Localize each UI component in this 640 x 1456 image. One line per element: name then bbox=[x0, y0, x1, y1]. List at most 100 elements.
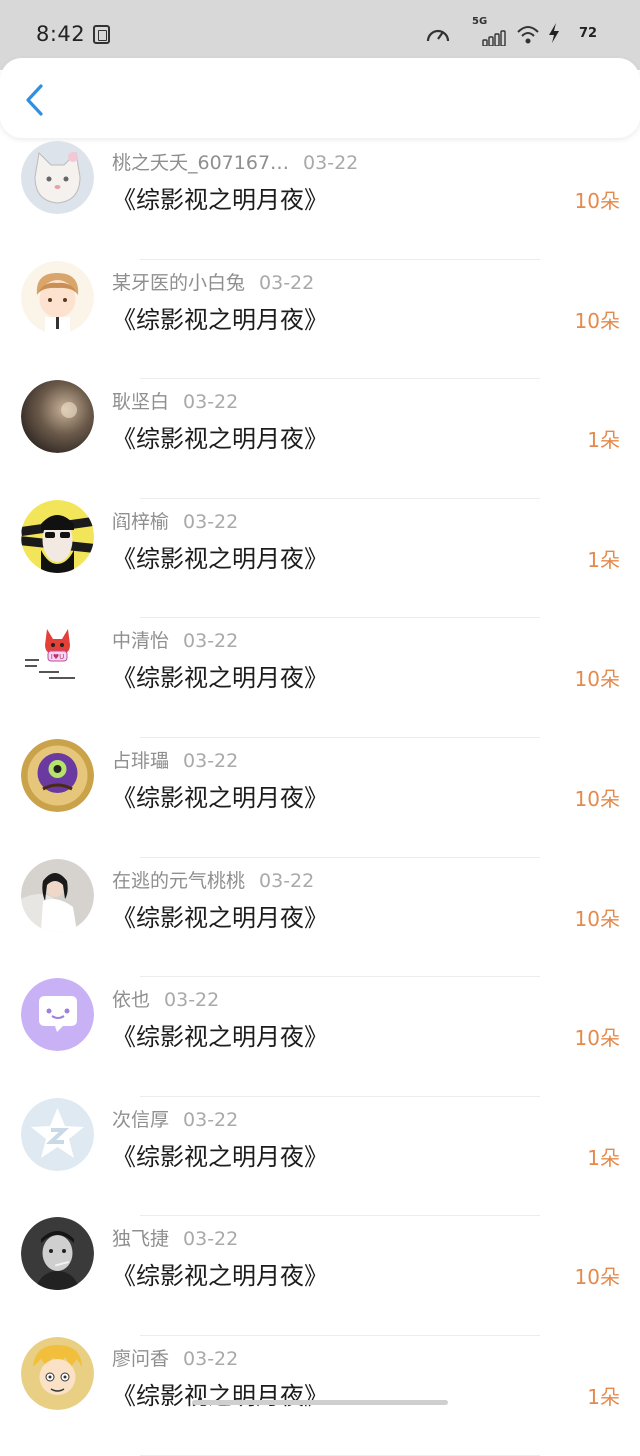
back-button[interactable] bbox=[18, 80, 54, 120]
gift-date: 03-22 bbox=[183, 749, 239, 772]
user-name[interactable]: 独飞捷 bbox=[112, 1228, 169, 1250]
book-title: 《综影视之明月夜》 bbox=[112, 1023, 328, 1052]
row-meta: 占琲瓃 03-22 bbox=[112, 746, 238, 772]
flower-count: 10朵 bbox=[574, 667, 620, 692]
avatar[interactable] bbox=[21, 380, 94, 454]
row-meta: 独飞捷 03-22 bbox=[112, 1224, 238, 1250]
flower-count: 1朵 bbox=[587, 428, 620, 453]
list-item[interactable]: 某牙医的小白兔 03-22 《综影视之明月夜》 10朵 bbox=[0, 260, 640, 380]
book-title: 《综影视之明月夜》 bbox=[112, 783, 328, 812]
avatar[interactable] bbox=[21, 738, 94, 812]
avatar[interactable] bbox=[21, 978, 94, 1052]
avatar[interactable] bbox=[21, 858, 94, 932]
book-title: 《综影视之明月夜》 bbox=[112, 664, 328, 693]
avatar[interactable] bbox=[21, 1217, 94, 1291]
book-title: 《综影视之明月夜》 bbox=[112, 186, 328, 214]
row-meta: 廖问香 03-22 bbox=[112, 1344, 238, 1370]
user-name[interactable]: 廖问香 bbox=[112, 1348, 169, 1370]
signal-icon bbox=[482, 30, 506, 46]
gift-date: 03-22 bbox=[259, 869, 315, 892]
list-item[interactable]: 桃之夭夭_607167… 03-22 《综影视之明月夜》 10朵 bbox=[0, 140, 640, 260]
gold-badge-avatar bbox=[21, 738, 94, 812]
list-item[interactable]: 占琲瓃 03-22 《综影视之明月夜》 10朵 bbox=[0, 738, 640, 858]
default-star-avatar bbox=[21, 1097, 94, 1171]
user-name[interactable]: 在逃的元气桃桃 bbox=[112, 870, 245, 892]
fox-i-love-you-avatar: I♥U bbox=[21, 619, 94, 693]
row-meta: 阎梓榆 03-22 bbox=[112, 507, 238, 533]
row-meta: 桃之夭夭_607167… 03-22 bbox=[112, 148, 358, 174]
gift-date: 03-22 bbox=[183, 630, 239, 653]
network-label: 5G bbox=[472, 16, 488, 27]
book-title: 《综影视之明月夜》 bbox=[112, 1142, 328, 1171]
list-item[interactable]: 独飞捷 03-22 《综影视之明月夜》 10朵 bbox=[0, 1216, 640, 1336]
gift-date: 03-22 bbox=[303, 152, 359, 174]
list-item[interactable]: 在逃的元气桃桃 03-22 《综影视之明月夜》 10朵 bbox=[0, 858, 640, 978]
list-item[interactable]: 阎梓榆 03-22 《综影视之明月夜》 1朵 bbox=[0, 499, 640, 619]
avatar[interactable] bbox=[21, 499, 94, 573]
gift-date: 03-22 bbox=[183, 510, 239, 533]
battery-icon: 72 bbox=[570, 25, 606, 43]
user-name[interactable]: 依也 bbox=[112, 989, 150, 1011]
book-title: 《综影视之明月夜》 bbox=[112, 903, 328, 932]
row-meta: 中清怡 03-22 bbox=[112, 626, 238, 652]
caution-tape-avatar bbox=[21, 499, 94, 573]
book-title: 《综影视之明月夜》 bbox=[112, 1262, 328, 1291]
divider bbox=[140, 1454, 540, 1456]
charging-icon bbox=[549, 23, 559, 43]
book-title: 《综影视之明月夜》 bbox=[112, 544, 328, 573]
user-name[interactable]: 阎梓榆 bbox=[112, 511, 169, 533]
gift-date: 03-22 bbox=[183, 1228, 239, 1251]
notification-icon bbox=[93, 25, 110, 44]
anime-boy-avatar bbox=[21, 1336, 94, 1410]
chat-bubble-avatar bbox=[21, 978, 94, 1052]
row-meta: 某牙医的小白兔 03-22 bbox=[112, 268, 314, 294]
gift-date: 03-22 bbox=[259, 271, 315, 294]
gift-date: 03-22 bbox=[183, 391, 239, 414]
home-indicator[interactable] bbox=[192, 1400, 448, 1405]
user-name[interactable]: 某牙医的小白兔 bbox=[112, 272, 245, 294]
list-item[interactable]: 耿坚白 03-22 《综影视之明月夜》 1朵 bbox=[0, 379, 640, 499]
list-item[interactable]: 廖问香 03-22 《综影视之明月夜》 1朵 bbox=[0, 1336, 640, 1456]
man-bw-avatar bbox=[21, 1217, 94, 1291]
avatar[interactable] bbox=[21, 1336, 94, 1410]
avatar[interactable] bbox=[21, 141, 94, 214]
wifi-icon bbox=[517, 26, 539, 44]
list-item[interactable]: 依也 03-22 《综影视之明月夜》 10朵 bbox=[0, 977, 640, 1097]
row-meta: 次信厚 03-22 bbox=[112, 1105, 238, 1131]
flower-count: 10朵 bbox=[574, 189, 620, 213]
blurry-light-avatar bbox=[21, 380, 94, 454]
flower-count: 1朵 bbox=[587, 1145, 620, 1170]
list-item[interactable]: 次信厚 03-22 《综影视之明月夜》 1朵 bbox=[0, 1097, 640, 1217]
woman-white-dress-avatar bbox=[21, 858, 94, 932]
avatar[interactable] bbox=[21, 1097, 94, 1171]
flower-count: 10朵 bbox=[574, 1026, 620, 1051]
flower-count: 1朵 bbox=[587, 547, 620, 572]
list-item[interactable]: I♥U 中清怡 03-22 《综影视之明月夜》 10朵 bbox=[0, 618, 640, 738]
flower-count: 1朵 bbox=[587, 1384, 620, 1409]
status-time: 8:42 bbox=[36, 22, 86, 46]
book-title: 《综影视之明月夜》 bbox=[112, 1381, 328, 1410]
flower-count: 10朵 bbox=[574, 786, 620, 811]
flower-count: 10朵 bbox=[574, 308, 620, 333]
svg-text:I♥U: I♥U bbox=[51, 653, 64, 661]
book-title: 《综影视之明月夜》 bbox=[112, 425, 328, 454]
user-name[interactable]: 次信厚 bbox=[112, 1109, 169, 1131]
user-name[interactable]: 中清怡 bbox=[112, 630, 169, 652]
flower-count: 10朵 bbox=[574, 906, 620, 931]
cartoon-boy-avatar bbox=[21, 260, 94, 334]
flower-count: 10朵 bbox=[574, 1265, 620, 1290]
user-name[interactable]: 耿坚白 bbox=[112, 391, 169, 413]
avatar[interactable] bbox=[21, 260, 94, 334]
gift-record-list: 桃之夭夭_607167… 03-22 《综影视之明月夜》 10朵 某牙医的小白兔 03-2… bbox=[0, 140, 640, 1456]
user-name[interactable]: 占琲瓃 bbox=[112, 750, 169, 772]
cat-avatar bbox=[21, 141, 94, 214]
battery-level: 72 bbox=[578, 26, 598, 41]
gift-date: 03-22 bbox=[183, 1108, 239, 1131]
avatar[interactable]: I♥U bbox=[21, 619, 94, 693]
row-meta: 耿坚白 03-22 bbox=[112, 387, 238, 413]
user-name[interactable]: 桃之夭夭_607167… bbox=[112, 152, 289, 174]
header bbox=[0, 58, 640, 138]
book-title: 《综影视之明月夜》 bbox=[112, 305, 328, 334]
speedometer-icon bbox=[426, 29, 450, 42]
gift-date: 03-22 bbox=[183, 1347, 239, 1370]
